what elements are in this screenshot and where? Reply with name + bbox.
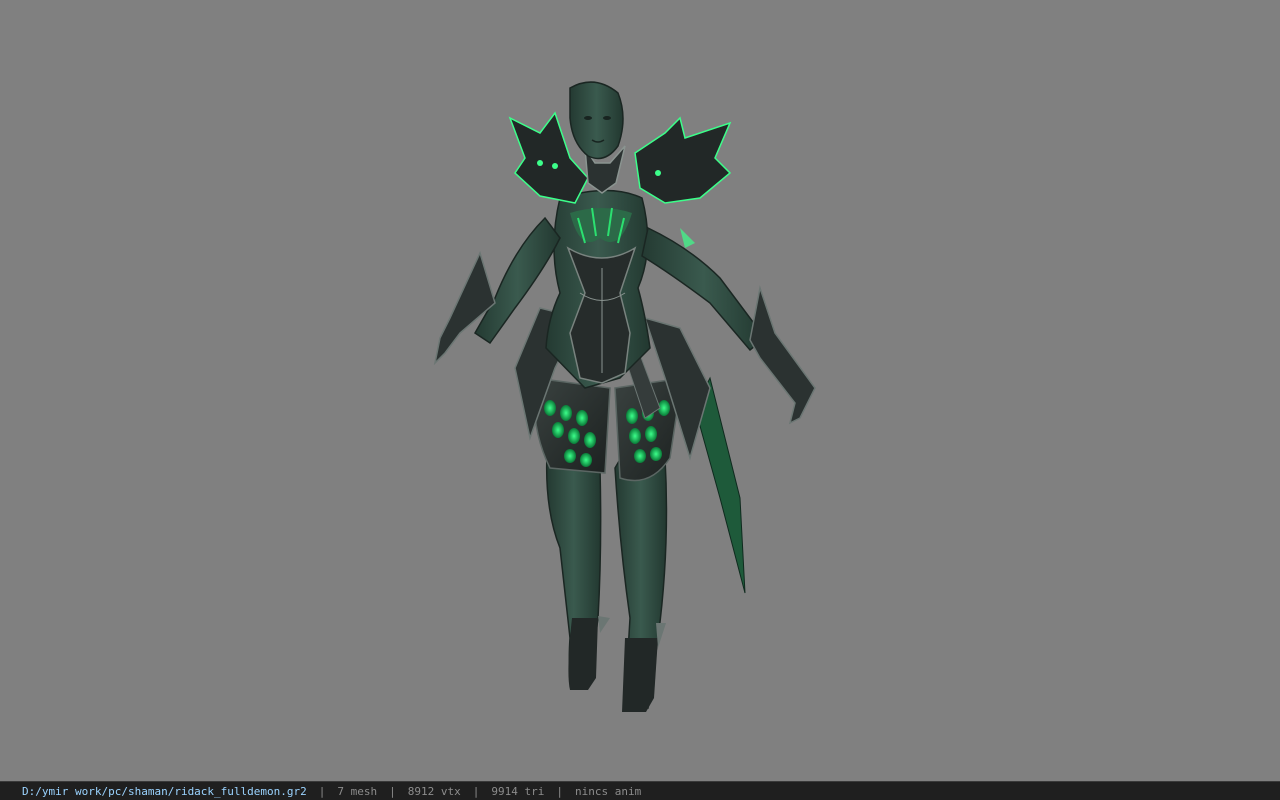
- separator: |: [556, 784, 563, 798]
- triangle-count: 9914 tri: [491, 784, 545, 798]
- mesh-count: 7 mesh: [337, 784, 378, 798]
- separator: |: [472, 784, 480, 798]
- animation-status: nincs anim: [575, 784, 642, 798]
- character-model[interactable]: [420, 78, 840, 718]
- status-bar: D:/ymir work/pc/shaman/ridack_fulldemon.…: [0, 781, 1280, 800]
- right-shoulder-pauldron: [634, 116, 732, 204]
- thigh-armor: [533, 377, 683, 482]
- separator: |: [318, 784, 326, 798]
- 3d-viewport[interactable]: [0, 0, 1280, 781]
- vertex-count: 8912 vtx: [407, 784, 461, 798]
- head: [569, 81, 624, 160]
- file-path: D:/ymir work/pc/shaman/ridack_fulldemon.…: [22, 784, 307, 798]
- separator: |: [389, 784, 396, 798]
